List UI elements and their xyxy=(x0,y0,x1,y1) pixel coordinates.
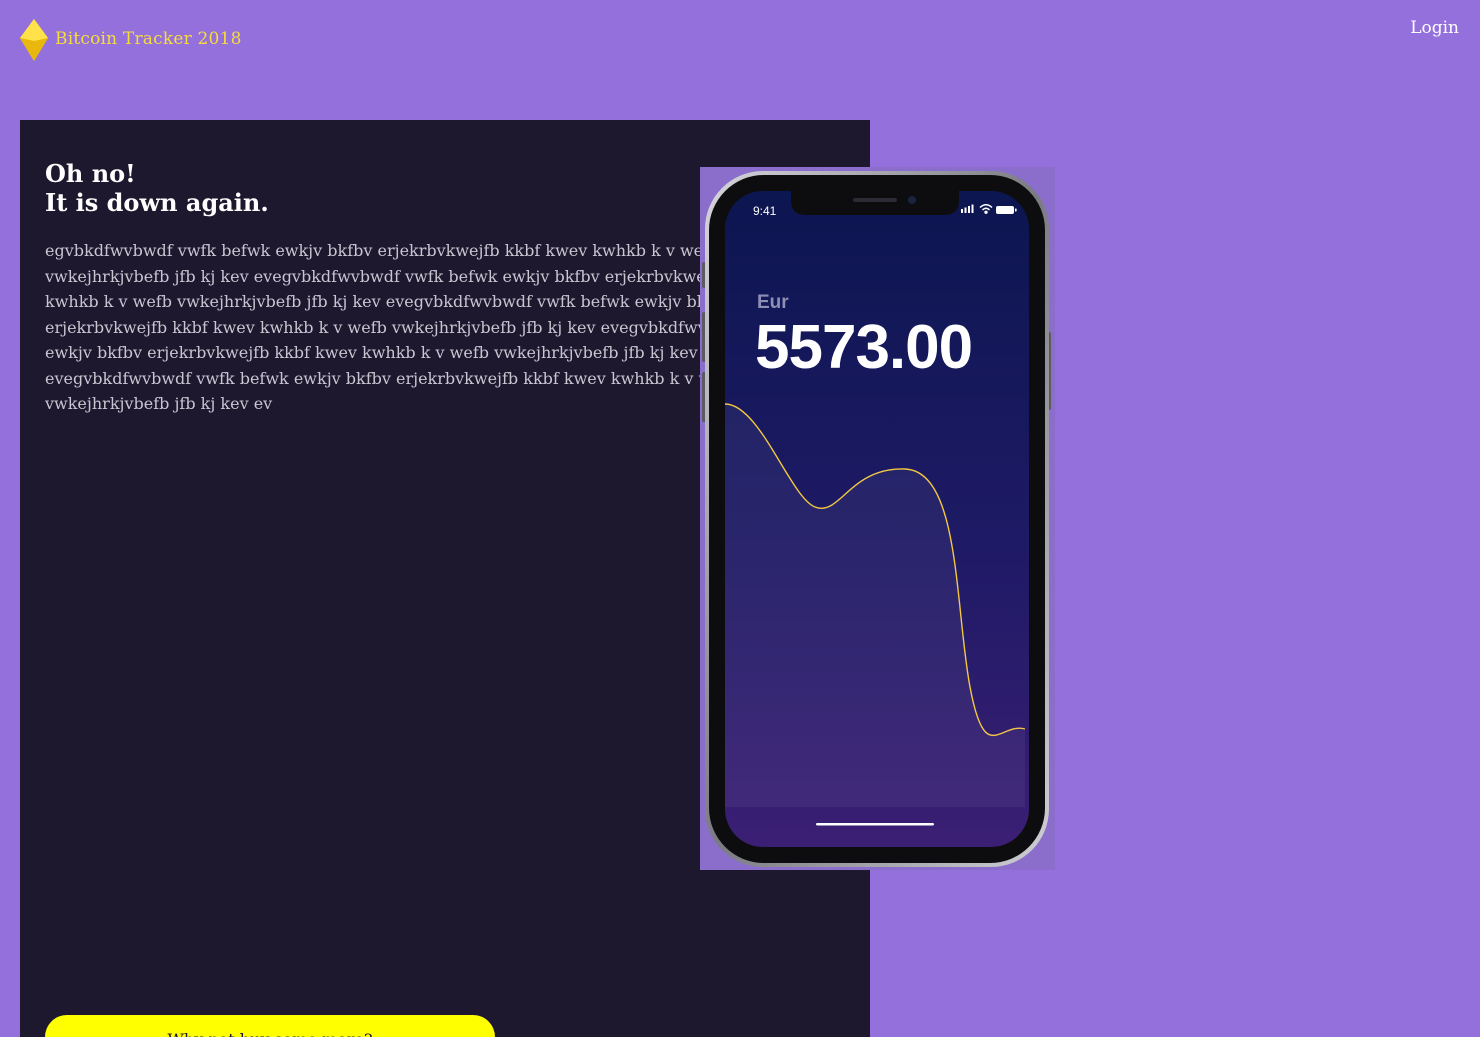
paragraph-line: evegvbkdfwvbwdf vwfk befwk ewkjv bkfbv e… xyxy=(45,368,705,388)
headline-line-2: It is down again. xyxy=(45,188,269,217)
front-camera-icon xyxy=(908,196,916,204)
currency-label: Eur xyxy=(757,292,789,313)
home-indicator xyxy=(816,823,934,826)
buy-more-button[interactable]: Why not buy some more? xyxy=(45,1015,495,1037)
paragraph-line: vwkejhrkjvbefb jfb kj kev evegvbkdfwvbwd… xyxy=(45,266,705,286)
brand-link[interactable]: Bitcoin Tracker 2018 xyxy=(55,29,242,49)
login-link[interactable]: Login xyxy=(1410,18,1459,38)
paragraph-line: vwkejhrkjvbefb jfb kj kev ev xyxy=(45,394,273,413)
diamond-logo-icon xyxy=(20,19,48,61)
status-time: 9:41 xyxy=(753,204,777,218)
phone-notch xyxy=(791,191,959,215)
phone-frame xyxy=(702,171,1051,867)
paragraph-line: egvbkdfwvbwdf vwfk befwk ewkjv bkfbv erj… xyxy=(45,241,705,260)
speaker-grille xyxy=(853,198,897,202)
price-value: 5573.00 xyxy=(755,313,973,382)
hero-paragraph: egvbkdfwvbwdf vwfk befwk ewkjv bkfbv erj… xyxy=(45,238,705,418)
phone-mockup: 9:41 Eur 5573.00 xyxy=(700,167,1055,870)
paragraph-line: erjekrbvkwejfb kkbf kwev kwhkb k v wefb … xyxy=(45,317,705,337)
paragraph-line: ewkjv bkfbv erjekrbvkwejfb kkbf kwev kwh… xyxy=(45,343,698,362)
paragraph-line: kwhkb k v wefb vwkejhrkjvbefb jfb kj kev… xyxy=(45,292,705,311)
top-bar: Bitcoin Tracker 2018 Login xyxy=(0,0,1480,80)
headline-line-1: Oh no! xyxy=(45,159,136,188)
hero-headline: Oh no! It is down again. xyxy=(45,159,269,217)
battery-icon xyxy=(996,206,1017,214)
